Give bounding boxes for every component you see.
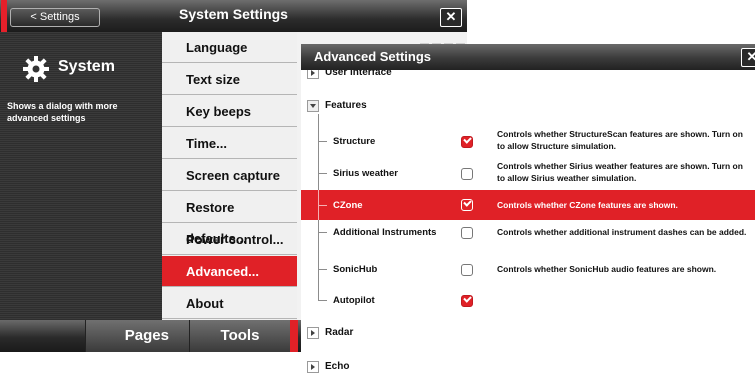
sonichub-checkbox[interactable] [461, 264, 473, 276]
tree-connector [318, 190, 319, 220]
advanced-settings-dialog: Advanced Settings ✕ User interface Featu… [301, 44, 755, 381]
tree-connector [318, 232, 327, 233]
system-description: Shows a dialog with more advanced settin… [7, 101, 118, 123]
collapse-toggle[interactable] [307, 100, 319, 112]
expand-toggle[interactable] [307, 70, 319, 79]
tree-group-features[interactable]: Features [301, 99, 755, 113]
gear-icon [23, 56, 49, 82]
system-settings-titlebar: < Settings System Settings ✕ [0, 0, 467, 32]
feature-description: Controls whether SonicHub audio features… [497, 264, 717, 274]
tab-indicator [290, 320, 298, 352]
feature-label: Sirius weather [333, 168, 398, 179]
system-heading: System [58, 58, 115, 75]
system-settings-menu: Language Text size Key beeps Time... Scr… [162, 32, 297, 320]
window-title: System Settings [179, 6, 288, 22]
menu-item-restore-defaults[interactable]: Restore defaults... [162, 192, 297, 246]
menu-item-about[interactable]: About [162, 288, 297, 319]
menu-item-language[interactable]: Language [162, 32, 297, 63]
sirius-weather-checkbox[interactable] [461, 168, 473, 180]
tree-group-radar[interactable]: Radar [301, 326, 755, 340]
triangle-right-icon [311, 364, 315, 370]
system-info-panel: System Shows a dialog with more advanced… [0, 32, 162, 320]
expand-toggle[interactable] [307, 361, 319, 373]
tab-pages[interactable]: Pages [85, 320, 190, 352]
triangle-down-icon [310, 104, 316, 108]
close-system-settings-button[interactable]: ✕ [440, 8, 462, 27]
tree-group-echo[interactable]: Echo [301, 360, 755, 374]
menu-item-power-control[interactable]: Power control... [162, 224, 297, 255]
feature-description: Controls whether Sirius weather features… [497, 161, 743, 183]
menu-item-advanced[interactable]: Advanced... [162, 256, 297, 287]
feature-row-czone[interactable]: CZone Controls whether CZone features ar… [301, 190, 755, 220]
czone-checkbox[interactable] [461, 199, 473, 211]
group-label: Features [325, 100, 367, 111]
triangle-right-icon [311, 70, 315, 76]
obscured-background-text [420, 34, 480, 47]
feature-row-sirius-weather[interactable]: Sirius weather Controls whether Sirius w… [301, 160, 755, 188]
menu-item-text-size[interactable]: Text size [162, 64, 297, 95]
feature-label: Structure [333, 136, 376, 147]
additional-instruments-checkbox[interactable] [461, 227, 473, 239]
group-label: User interface [325, 70, 392, 78]
menu-item-time[interactable]: Time... [162, 128, 297, 159]
feature-row-sonichub[interactable]: SonicHub Controls whether SonicHub audio… [301, 263, 755, 283]
feature-description: Controls whether additional instrument d… [497, 227, 747, 237]
structure-checkbox[interactable] [461, 136, 473, 148]
feature-label: Autopilot [333, 295, 375, 306]
dialog-title: Advanced Settings [314, 49, 432, 64]
feature-description: Controls whether CZone features are show… [497, 200, 678, 210]
group-label: Echo [325, 361, 350, 372]
feature-label: CZone [333, 200, 363, 211]
feature-row-additional-instruments[interactable]: Additional Instruments Controls whether … [301, 226, 755, 250]
tree-connector [318, 205, 327, 206]
tree-group-user-interface[interactable]: User interface [301, 70, 755, 80]
tab-tools[interactable]: Tools [190, 320, 290, 352]
menu-item-key-beeps[interactable]: Key beeps [162, 96, 297, 127]
close-advanced-settings-button[interactable]: ✕ [741, 48, 755, 67]
feature-description: Controls whether StructureScan features … [497, 129, 743, 151]
feature-row-autopilot[interactable]: Autopilot [301, 294, 755, 314]
feature-label: SonicHub [333, 264, 378, 275]
autopilot-checkbox[interactable] [461, 295, 473, 307]
menu-item-screen-capture[interactable]: Screen capture [162, 160, 297, 191]
feature-label: Additional Instruments [333, 227, 437, 238]
advanced-settings-titlebar: Advanced Settings ✕ [301, 44, 755, 70]
group-label: Radar [325, 327, 354, 338]
feature-row-structure[interactable]: Structure Controls whether StructureScan… [301, 128, 755, 156]
triangle-right-icon [311, 330, 315, 336]
expand-toggle[interactable] [307, 327, 319, 339]
